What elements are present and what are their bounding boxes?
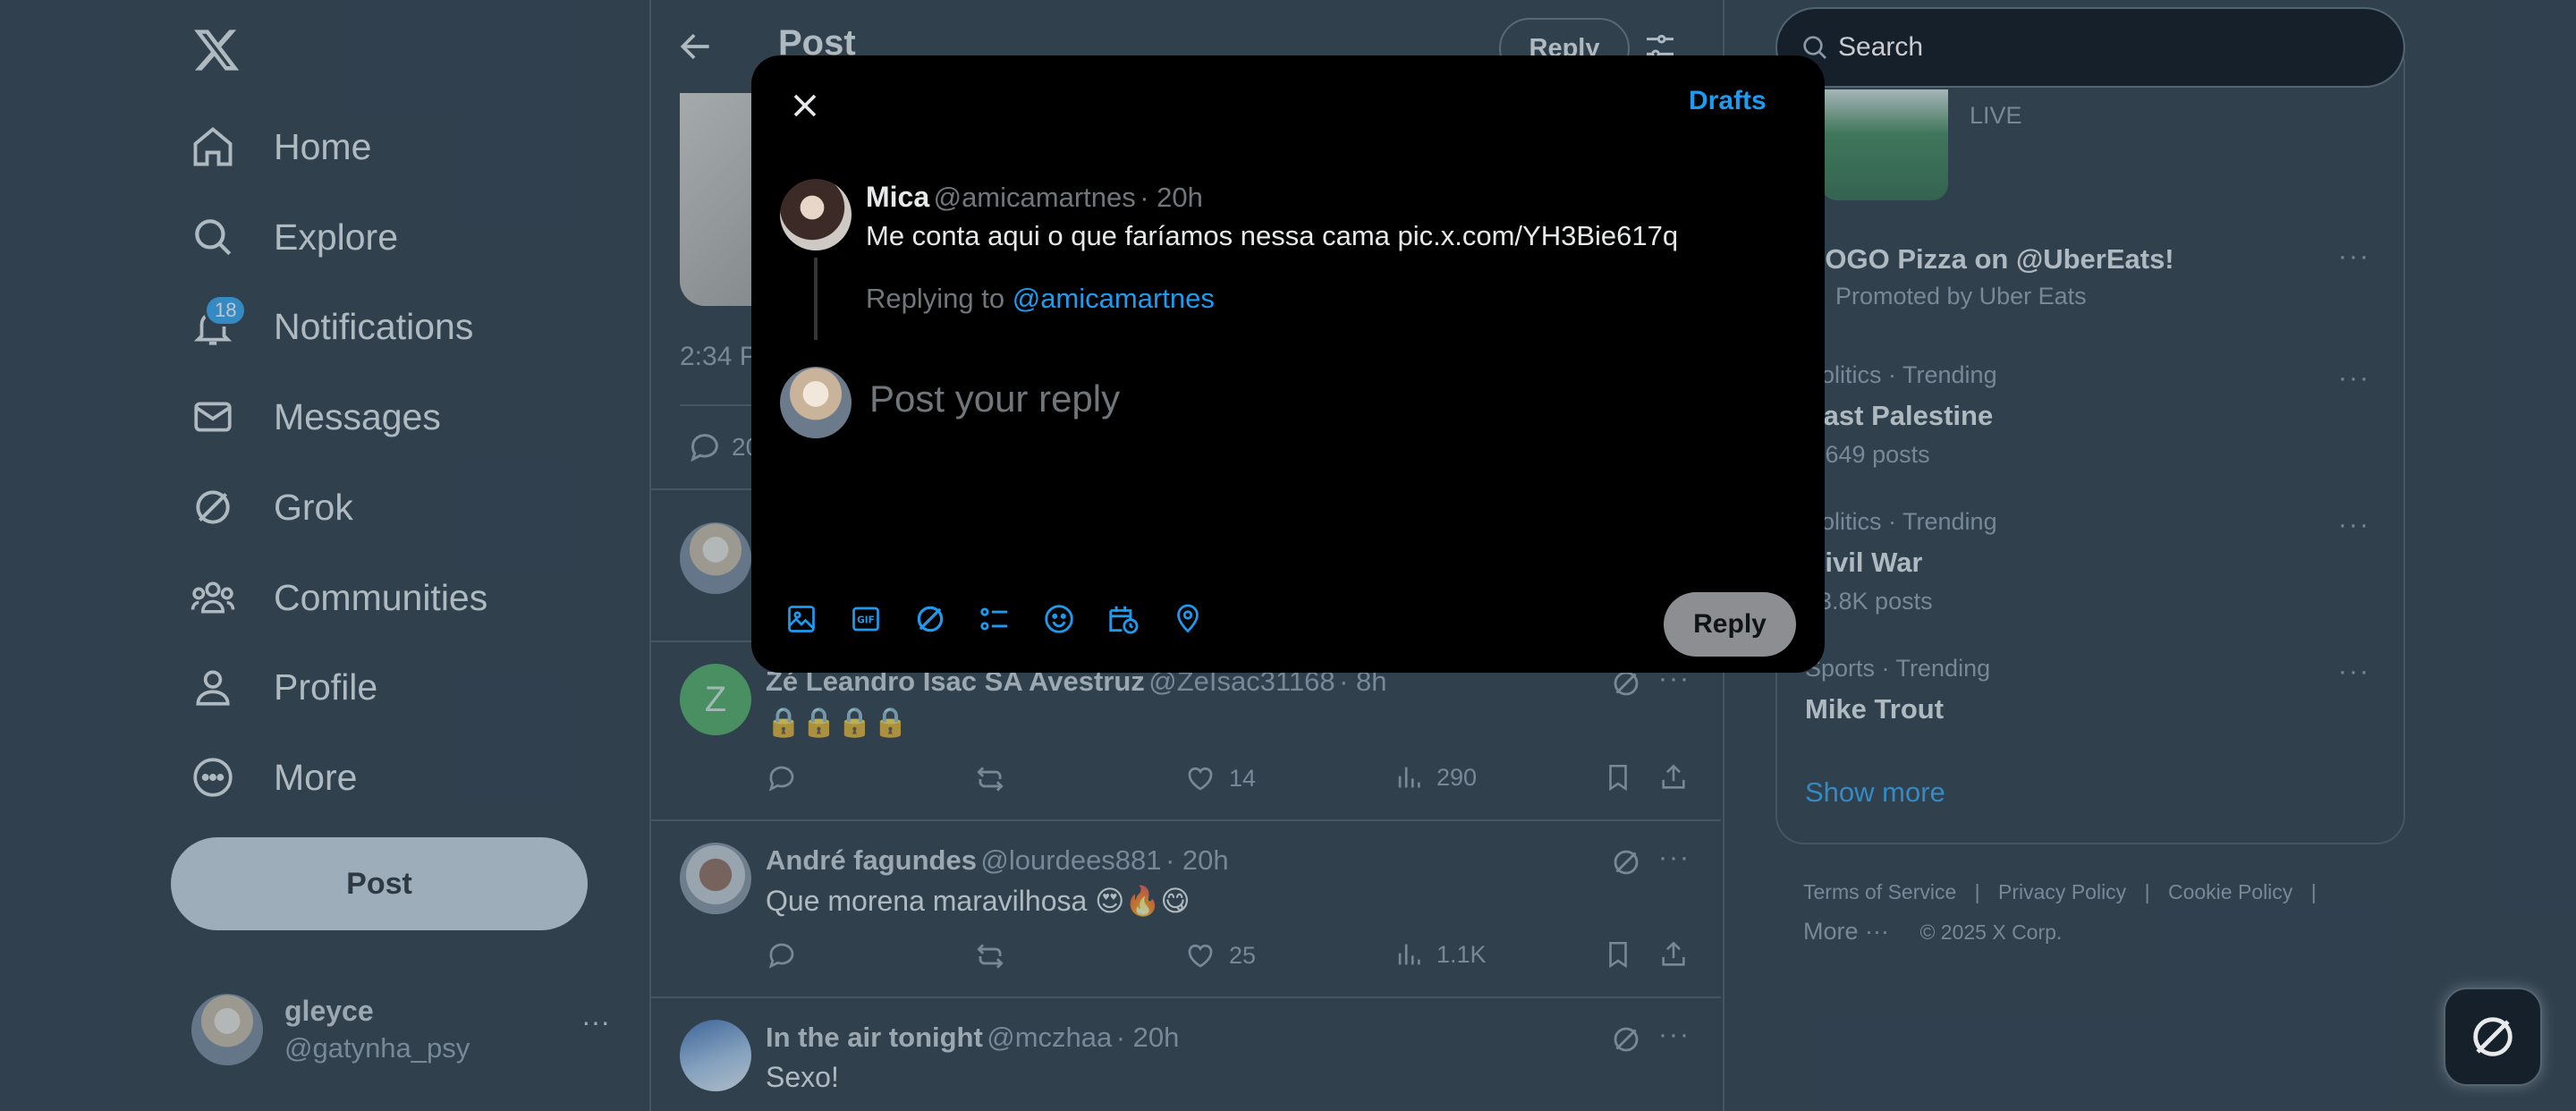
schedule-icon[interactable] [1106,601,1141,637]
location-icon[interactable] [1170,601,1206,637]
grok-floating-button[interactable] [2444,988,2542,1086]
replying-prefix: Replying to [866,283,1005,314]
avatar[interactable] [780,179,852,250]
search-placeholder: Search [1838,32,1924,62]
reply-input[interactable]: Post your reply [869,377,1782,556]
poll-icon[interactable] [977,601,1013,637]
original-author[interactable]: Mica [866,181,929,213]
emoji-icon[interactable] [1041,601,1077,637]
svg-text:GIF: GIF [857,615,875,626]
original-tweet-header: Mica @amicamartnes · 20h [866,181,1203,214]
close-icon[interactable] [785,86,825,125]
original-handle[interactable]: @amicamartnes [934,182,1136,213]
drafts-button[interactable]: Drafts [1689,86,1767,116]
original-tweet-text: Me conta aqui o que faríamos nessa cama … [866,220,1679,251]
original-time: · 20h [1140,182,1203,213]
avatar [780,367,852,438]
gif-icon[interactable]: GIF [848,601,884,637]
replying-to: Replying to @amicamartnes [866,283,1215,315]
reply-dialog: Drafts Mica @amicamartnes · 20h Me conta… [751,55,1825,673]
image-icon[interactable] [784,601,819,637]
grok-icon [2467,1011,2519,1063]
grok-icon[interactable] [912,601,948,637]
search-box[interactable]: Search [1775,7,2405,88]
reply-thread-line [814,258,818,340]
reply-submit-button[interactable]: Reply [1664,592,1796,657]
replying-handle[interactable]: @amicamartnes [1013,283,1215,314]
